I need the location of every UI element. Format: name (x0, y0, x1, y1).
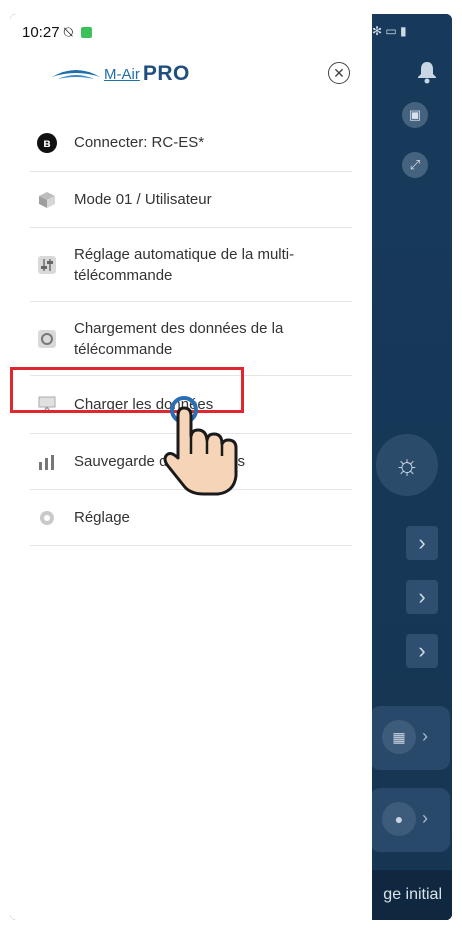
menu-item-mode[interactable]: Mode 01 / Utilisateur (30, 172, 352, 228)
sim-icon (80, 27, 92, 38)
chevron-right-icon[interactable]: › (406, 526, 438, 560)
sliders-icon (36, 254, 58, 276)
timer-icon[interactable]: ▣ (402, 102, 428, 128)
grid-icon: ▦ (382, 720, 416, 754)
bluetooth-icon: ʙ (36, 132, 58, 154)
logo-wing-icon (50, 65, 102, 83)
cube-icon (36, 189, 58, 211)
close-icon[interactable]: ✕ (328, 62, 350, 84)
navigation-drawer: 10:27 ⍉ M-Air PRO ✕ ʙ Connecter: RC-ES* (10, 14, 372, 920)
status-time: 10:27 (22, 24, 60, 41)
menu-item-load-remote[interactable]: Chargement des données de la télécommand… (30, 302, 352, 376)
brand-prefix: M-Air (104, 65, 140, 83)
brand-suffix: PRO (142, 62, 190, 85)
brightness-icon[interactable]: ☼ (376, 434, 438, 496)
chevron-right-icon: › (422, 726, 428, 746)
sync-icon (36, 328, 58, 350)
function-card[interactable]: ▦ › (370, 706, 450, 770)
menu-item-label: Chargement des données de la télécommand… (74, 319, 284, 358)
bulb-icon: ● (382, 802, 416, 836)
menu-item-label: Connecter: RC-ES* (74, 134, 205, 151)
menu-item-label: Réglage (74, 509, 130, 526)
gear-icon (36, 507, 58, 529)
expand-icon[interactable]: ⤢ (402, 152, 428, 178)
menu-item-label: Réglage automatique de la multi-télécomm… (74, 245, 295, 284)
function-card[interactable]: ● › (370, 788, 450, 852)
app-logo: M-Air PRO (50, 62, 190, 86)
status-icons: ✻ ▭ ▮ (372, 24, 407, 38)
phone-frame: ▣ ⤢ ☼ › › › ▦ › ● › ge initial ✻ ▭ ▮ 10:… (10, 14, 452, 920)
bar-chart-icon (36, 451, 58, 473)
menu-item-label: Mode 01 / Utilisateur (74, 191, 212, 208)
chevron-right-icon[interactable]: › (406, 580, 438, 614)
menu-item-connect[interactable]: ʙ Connecter: RC-ES* (30, 114, 352, 172)
chevron-right-icon: › (422, 808, 428, 828)
menu-item-auto-setting[interactable]: Réglage automatique de la multi-télécomm… (30, 228, 352, 302)
bell-icon[interactable] (412, 60, 442, 90)
no-signal-icon: ⍉ (63, 24, 73, 41)
chevron-right-icon[interactable]: › (406, 634, 438, 668)
status-bar: 10:27 ⍉ (22, 24, 92, 41)
pointer-hand-icon (162, 392, 242, 501)
